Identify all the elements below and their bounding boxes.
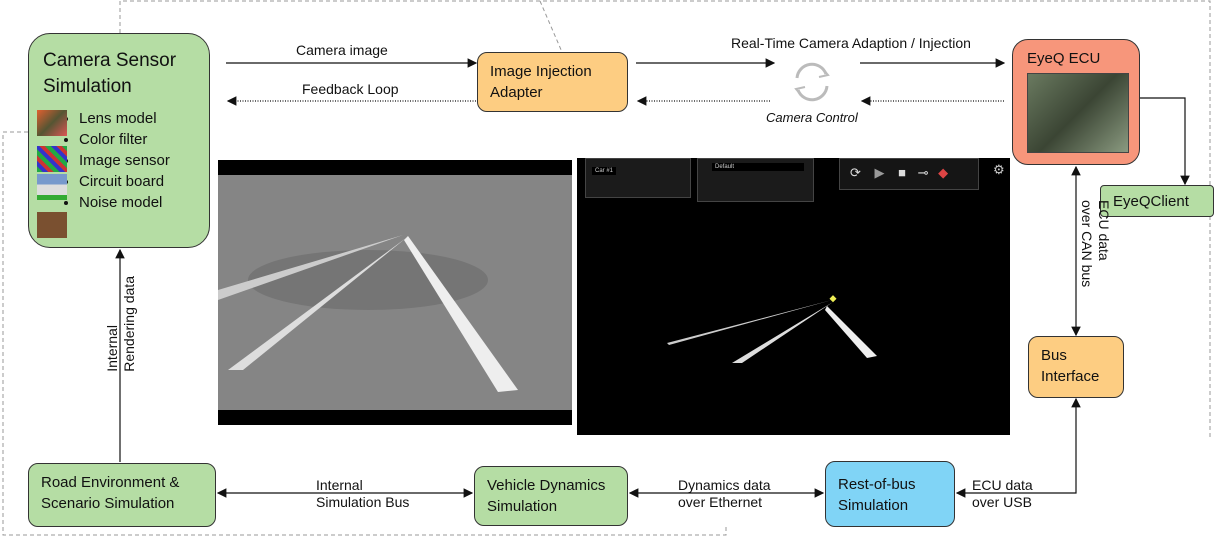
eyeq-client-box: EyeQClient <box>1100 185 1214 217</box>
camera-model-list: Lens model Color filter Image sensor Cir… <box>79 108 195 213</box>
list-item: Noise model <box>79 192 195 213</box>
ecu-client-arrow <box>1140 97 1190 186</box>
vehicle-dynamics-box: Vehicle Dynamics Simulation <box>474 466 628 526</box>
image-sensor-icon <box>37 174 67 200</box>
realtime-injection-label: Real-Time Camera Adaption / Injection <box>731 35 971 51</box>
list-item: Color filter <box>79 129 195 150</box>
rest-of-bus-box: Rest-of-bus Simulation <box>825 461 955 527</box>
circuit-board-icon <box>37 212 67 238</box>
list-item: Lens model <box>79 108 195 129</box>
camera-sensor-simulation-box: Camera SensorSimulation Lens model Color… <box>28 33 210 248</box>
ecu-board-photo <box>1027 73 1129 153</box>
simulation-viewer-screenshot: Car #1 Default ⟳ ▶ ■ ⊸ ◆ ⚙ <box>577 158 1010 435</box>
road-environment-box: Road Environment & Scenario Simulation <box>28 463 216 527</box>
usb-label: ECU data over USB <box>972 477 1033 510</box>
ecu-can-label: ECU data over CAN bus <box>1079 200 1112 288</box>
sync-icon <box>794 62 830 102</box>
rendering-data-label: Internal Rendering data <box>104 276 137 372</box>
simulation-bus-label: Internal Simulation Bus <box>316 477 410 510</box>
diagram: Camera SensorSimulation Lens model Color… <box>0 0 1216 538</box>
image-injection-adapter-box: Image Injection Adapter <box>477 52 628 112</box>
eyeq-ecu-box: EyeQ ECU <box>1012 39 1140 165</box>
bus-interface-box: Bus Interface <box>1028 336 1124 398</box>
camera-sensor-title: Camera Sensor Simulation <box>43 50 177 97</box>
camera-image-label: Camera image <box>296 42 388 58</box>
list-item: Circuit board <box>79 171 195 192</box>
camera-control-label: Camera Control <box>766 110 858 125</box>
feedback-loop-label: Feedback Loop <box>302 81 399 97</box>
ethernet-label: Dynamics data over Ethernet <box>678 477 771 510</box>
list-item: Image sensor <box>79 150 195 171</box>
camera-output-image <box>218 160 572 425</box>
color-filter-icon <box>37 146 67 172</box>
lens-model-icon <box>37 110 67 136</box>
